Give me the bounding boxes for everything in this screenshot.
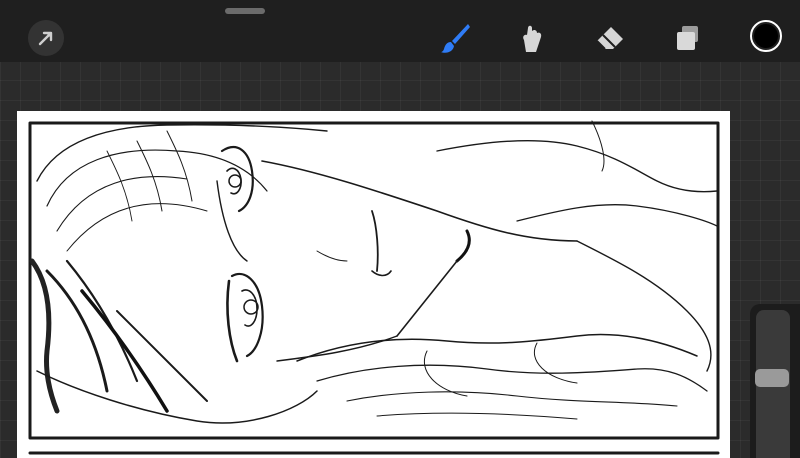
- active-color-swatch: [754, 24, 778, 48]
- sketch-artwork: [28, 120, 720, 455]
- actions-arrow-button[interactable]: [28, 20, 64, 56]
- smudge-button[interactable]: [512, 18, 552, 58]
- eraser-icon: [596, 27, 623, 50]
- layers-button[interactable]: [668, 18, 708, 58]
- layers-icon: [677, 26, 698, 50]
- toolbar-grabber[interactable]: [225, 8, 265, 14]
- smudge-icon: [523, 25, 542, 52]
- brush-icon: [441, 24, 470, 53]
- top-toolbar: [0, 0, 800, 62]
- arrow-icon: [38, 31, 53, 46]
- eraser-button[interactable]: [590, 18, 630, 58]
- color-picker-button[interactable]: [750, 20, 782, 52]
- brush-button[interactable]: [435, 18, 475, 58]
- brush-size-slider-thumb[interactable]: [755, 368, 789, 387]
